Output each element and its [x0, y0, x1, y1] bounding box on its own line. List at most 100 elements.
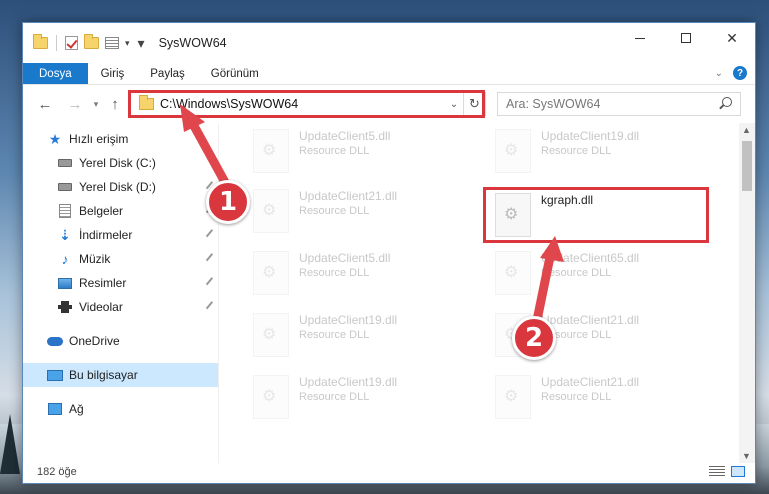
title-bar: ▾ ▾ SysWOW64 ✕ [23, 23, 755, 63]
file-item[interactable]: UpdateClient21.dll Resource DLL [481, 371, 711, 421]
file-type: Resource DLL [541, 145, 612, 157]
folder-icon[interactable] [33, 34, 48, 49]
maximize-button[interactable] [663, 23, 709, 53]
expand-ribbon-icon[interactable]: ⌄ [715, 68, 723, 79]
sidebar-item-label: Ağ [69, 402, 84, 416]
view-options-icon[interactable] [105, 37, 119, 49]
documents-icon [57, 203, 73, 219]
file-item[interactable]: UpdateClient5.dll Resource DLL [239, 247, 469, 297]
file-item[interactable]: UpdateClient19.dll Resource DLL [481, 125, 711, 175]
sidebar-item-label: İndirmeler [79, 228, 133, 242]
sidebar-item-label: Yerel Disk (D:) [79, 180, 156, 194]
file-name: UpdateClient19.dll [299, 313, 398, 327]
pin-icon [205, 301, 217, 312]
file-type: Resource DLL [299, 329, 370, 341]
sidebar-item-label: Bu bilgisayar [69, 368, 138, 382]
quick-access-toolbar: ▾ ▾ [33, 34, 145, 52]
search-icon[interactable] [722, 97, 732, 107]
pin-icon [205, 229, 217, 240]
file-name: UpdateClient21.dll [541, 313, 640, 327]
tab-home[interactable]: Giriş [88, 63, 138, 84]
file-type: Resource DLL [541, 391, 612, 403]
sidebar-item-label: Resimler [79, 276, 127, 290]
file-type: Resource DLL [299, 145, 370, 157]
file-name: UpdateClient21.dll [299, 189, 398, 203]
music-icon: ♪ [61, 251, 69, 267]
scrollbar-thumb[interactable] [742, 141, 752, 191]
up-arrow-icon[interactable]: ↑ [105, 96, 125, 113]
sidebar-item-label: OneDrive [69, 334, 120, 348]
drive-icon [57, 179, 73, 195]
tab-view[interactable]: Görünüm [198, 63, 272, 84]
dll-file-icon [495, 129, 531, 173]
search-input[interactable]: Ara: SysWOW64 [497, 92, 741, 116]
file-name: UpdateClient65.dll [541, 251, 640, 265]
sidebar-item-quick-access[interactable]: ★ Hızlı erişim [23, 127, 218, 151]
sidebar-item-pictures[interactable]: Resimler [23, 271, 218, 295]
details-view-icon[interactable] [709, 466, 725, 477]
dll-file-icon [495, 251, 531, 295]
file-item[interactable]: UpdateClient19.dll Resource DLL [239, 309, 469, 359]
chevron-down-icon[interactable]: ▾ [125, 38, 130, 49]
sidebar-item-onedrive[interactable]: OneDrive [23, 329, 218, 353]
help-icon[interactable]: ? [733, 66, 747, 80]
file-item[interactable]: UpdateClient65.dll Resource DLL [481, 247, 711, 297]
file-name: UpdateClient21.dll [541, 375, 640, 389]
video-icon [57, 299, 73, 315]
sidebar-item-local-disk-c[interactable]: Yerel Disk (C:) [23, 151, 218, 175]
search-placeholder: Ara: SysWOW64 [506, 97, 601, 111]
star-icon: ★ [48, 130, 62, 147]
file-highlight-box [483, 187, 709, 243]
dll-file-icon [253, 375, 289, 419]
file-item[interactable]: UpdateClient21.dll Resource DLL [239, 185, 469, 235]
file-item[interactable]: UpdateClient5.dll Resource DLL [239, 125, 469, 175]
recent-locations-icon[interactable]: ▾ [89, 99, 103, 110]
customize-toolbar-icon[interactable]: ▾ [138, 35, 145, 52]
minimize-button[interactable] [617, 23, 663, 53]
ribbon-right-controls: ⌄ ? [715, 66, 747, 80]
scroll-down-icon[interactable]: ▼ [742, 451, 751, 461]
maximize-icon [681, 33, 691, 43]
sidebar-item-label: Videolar [79, 300, 123, 314]
drive-icon [57, 155, 73, 171]
navigation-bar: ← → ▾ ↑ C:\Windows\SysWOW64 ⌄ ↻ Ara: Sys… [23, 85, 755, 123]
tab-share[interactable]: Paylaş [137, 63, 198, 84]
new-folder-icon[interactable] [84, 34, 99, 49]
scroll-up-icon[interactable]: ▲ [742, 125, 751, 135]
toolbar-divider [56, 35, 57, 51]
file-name: UpdateClient5.dll [299, 251, 391, 265]
pictures-icon [57, 275, 73, 291]
window-title: SysWOW64 [158, 36, 227, 50]
minimize-icon [635, 37, 645, 39]
address-highlight-box [128, 90, 485, 118]
window-controls: ✕ [617, 23, 755, 53]
close-button[interactable]: ✕ [709, 23, 755, 53]
sidebar-item-label: Hızlı erişim [69, 132, 129, 146]
dll-file-icon [495, 375, 531, 419]
file-type: Resource DLL [541, 267, 612, 279]
properties-check-icon[interactable] [65, 36, 78, 50]
back-arrow-icon[interactable]: ← [35, 96, 55, 113]
sidebar-item-this-pc[interactable]: Bu bilgisayar [23, 363, 218, 387]
sidebar-item-network[interactable]: Ağ [23, 397, 218, 421]
forward-arrow-icon[interactable]: → [65, 96, 85, 113]
vertical-scrollbar[interactable]: ▲ ▼ [739, 123, 755, 463]
large-icons-view-icon[interactable] [731, 466, 745, 477]
sidebar-item-videos[interactable]: Videolar [23, 295, 218, 319]
sidebar-item-music[interactable]: ♪ Müzik [23, 247, 218, 271]
file-name: UpdateClient19.dll [299, 375, 398, 389]
sidebar-item-documents[interactable]: Belgeler [23, 199, 218, 223]
dll-file-icon [253, 251, 289, 295]
sidebar-item-label: Belgeler [79, 204, 124, 218]
dll-file-icon [253, 189, 289, 233]
ribbon-tabs: Dosya Giriş Paylaş Görünüm ⌄ ? [23, 63, 755, 85]
step-badge-1: 1 [206, 180, 250, 224]
file-item[interactable]: UpdateClient19.dll Resource DLL [239, 371, 469, 421]
dll-file-icon [253, 129, 289, 173]
tab-file[interactable]: Dosya [23, 63, 88, 84]
dll-file-icon [253, 313, 289, 357]
sidebar-item-downloads[interactable]: ⇣ İndirmeler [23, 223, 218, 247]
pin-icon [205, 277, 217, 288]
sidebar-item-local-disk-d[interactable]: Yerel Disk (D:) [23, 175, 218, 199]
